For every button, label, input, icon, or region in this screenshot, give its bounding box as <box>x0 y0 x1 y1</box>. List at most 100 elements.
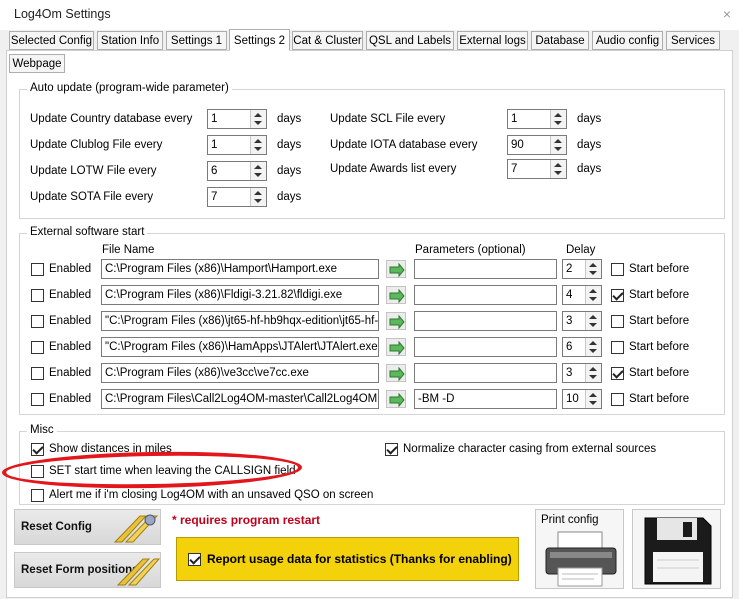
file-path-input[interactable]: "C:\Program Files (x86)\jt65-hf-hb9hqx-e… <box>101 311 379 331</box>
browse-file-button[interactable] <box>386 286 406 304</box>
tab-qsl-labels[interactable]: QSL and Labels <box>366 31 454 50</box>
days-label: days <box>277 165 302 177</box>
update-awards-stepper[interactable]: 7 <box>507 159 567 179</box>
parameters-input[interactable] <box>414 337 557 357</box>
enabled-checkbox[interactable] <box>31 393 44 406</box>
enabled-checkbox[interactable] <box>31 289 44 302</box>
title-bar <box>0 0 739 30</box>
update-country-label: Update Country database every <box>30 113 193 125</box>
wrench-icon <box>113 514 159 543</box>
file-path-input[interactable]: C:\Program Files (x86)\Fldigi-3.21.82\fl… <box>101 285 379 305</box>
start-before-checkbox[interactable] <box>611 263 624 276</box>
restart-note: * requires program restart <box>172 513 321 527</box>
external-software-title: External software start <box>27 226 148 238</box>
enabled-checkbox[interactable] <box>31 341 44 354</box>
enabled-label: Enabled <box>49 341 92 353</box>
delay-stepper[interactable]: 3 <box>562 311 602 331</box>
auto-update-title: Auto update (program-wide parameter) <box>27 82 232 94</box>
update-sota-stepper[interactable]: 7 <box>207 187 267 207</box>
normalize-casing-checkbox[interactable] <box>385 443 398 456</box>
start-before-checkbox[interactable] <box>611 315 624 328</box>
enabled-checkbox[interactable] <box>31 315 44 328</box>
update-lotw-label: Update LOTW File every <box>30 165 157 177</box>
update-sota-label: Update SOTA File every <box>30 191 154 203</box>
tab-audio-config[interactable]: Audio config <box>592 31 663 50</box>
delay-stepper[interactable]: 6 <box>562 337 602 357</box>
tab-selected-config[interactable]: Selected Config <box>9 31 94 50</box>
normalize-casing-label: Normalize character casing from external… <box>403 443 657 455</box>
browse-file-button[interactable] <box>386 338 406 356</box>
browse-file-button[interactable] <box>386 260 406 278</box>
tab-webpage[interactable]: Webpage <box>9 54 65 73</box>
close-icon[interactable]: × <box>720 7 734 21</box>
update-country-stepper[interactable]: 1 <box>207 109 267 129</box>
reset-form-positions-button[interactable]: Reset Form positions <box>14 552 161 588</box>
delay-stepper[interactable]: 2 <box>562 259 602 279</box>
start-before-checkbox[interactable] <box>611 393 624 406</box>
update-scl-stepper[interactable]: 1 <box>507 109 567 129</box>
tab-settings-2[interactable]: Settings 2 <box>229 29 290 51</box>
parameters-input[interactable] <box>414 363 557 383</box>
start-before-checkbox[interactable] <box>611 289 624 302</box>
printer-icon <box>545 531 617 587</box>
file-path-input[interactable]: C:\Program Files (x86)\Hamport\Hamport.e… <box>101 259 379 279</box>
update-iota-label: Update IOTA database every <box>330 139 478 151</box>
file-path-input[interactable]: "C:\Program Files (x86)\HamApps\JTAlert\… <box>101 337 379 357</box>
tab-station-info[interactable]: Station Info <box>97 31 163 50</box>
days-label: days <box>577 139 602 151</box>
floppy-disk-icon <box>644 517 712 585</box>
window-title: Log4Om Settings <box>14 7 111 21</box>
file-name-header: File Name <box>102 244 155 256</box>
wrench-icon <box>116 558 160 586</box>
start-before-label: Start before <box>629 263 690 275</box>
tab-database[interactable]: Database <box>531 31 589 50</box>
report-usage-panel: Report usage data for statistics (Thanks… <box>176 537 519 581</box>
enabled-label: Enabled <box>49 289 92 301</box>
alert-closing-checkbox[interactable] <box>31 489 44 502</box>
delay-stepper[interactable]: 4 <box>562 285 602 305</box>
days-label: days <box>277 191 302 203</box>
start-before-checkbox[interactable] <box>611 341 624 354</box>
report-usage-label: Report usage data for statistics (Thanks… <box>207 552 512 566</box>
update-clublog-label: Update Clublog File every <box>30 139 163 151</box>
enabled-checkbox[interactable] <box>31 263 44 276</box>
misc-title: Misc <box>27 424 57 436</box>
start-before-label: Start before <box>629 367 690 379</box>
tab-settings-1[interactable]: Settings 1 <box>166 31 227 50</box>
parameters-input[interactable]: -BM -D <box>414 389 557 409</box>
delay-header: Delay <box>566 244 596 256</box>
update-lotw-stepper[interactable]: 6 <box>207 161 267 181</box>
days-label: days <box>277 139 302 151</box>
reset-config-button[interactable]: Reset Config <box>14 509 161 545</box>
print-config-button[interactable]: Print config <box>535 509 624 589</box>
show-distances-checkbox[interactable] <box>31 443 44 456</box>
delay-stepper[interactable]: 10 <box>562 389 602 409</box>
browse-file-button[interactable] <box>386 364 406 382</box>
update-scl-label: Update SCL File every <box>330 113 446 125</box>
parameters-input[interactable] <box>414 311 557 331</box>
days-label: days <box>277 113 302 125</box>
update-clublog-stepper[interactable]: 1 <box>207 135 267 155</box>
browse-file-button[interactable] <box>386 312 406 330</box>
alert-closing-label: Alert me if i'm closing Log4OM with an u… <box>49 489 374 501</box>
start-before-label: Start before <box>629 289 690 301</box>
start-before-checkbox[interactable] <box>611 367 624 380</box>
tab-external-logs[interactable]: External logs <box>457 31 528 50</box>
enabled-label: Enabled <box>49 263 92 275</box>
delay-stepper[interactable]: 3 <box>562 363 602 383</box>
browse-file-button[interactable] <box>386 390 406 408</box>
file-path-input[interactable]: C:\Program Files (x86)\ve3cc\ve7cc.exe <box>101 363 379 383</box>
tab-services[interactable]: Services <box>666 31 720 50</box>
report-usage-checkbox[interactable] <box>188 553 201 566</box>
enabled-checkbox[interactable] <box>31 367 44 380</box>
file-path-input[interactable]: C:\Program Files\Call2Log4OM-master\Call… <box>101 389 379 409</box>
tab-cat-cluster[interactable]: Cat & Cluster <box>292 31 363 50</box>
enabled-label: Enabled <box>49 315 92 327</box>
enabled-label: Enabled <box>49 367 92 379</box>
parameters-input[interactable] <box>414 259 557 279</box>
days-label: days <box>577 113 602 125</box>
save-button[interactable] <box>632 509 721 589</box>
days-label: days <box>577 163 602 175</box>
update-iota-stepper[interactable]: 90 <box>507 135 567 155</box>
parameters-input[interactable] <box>414 285 557 305</box>
